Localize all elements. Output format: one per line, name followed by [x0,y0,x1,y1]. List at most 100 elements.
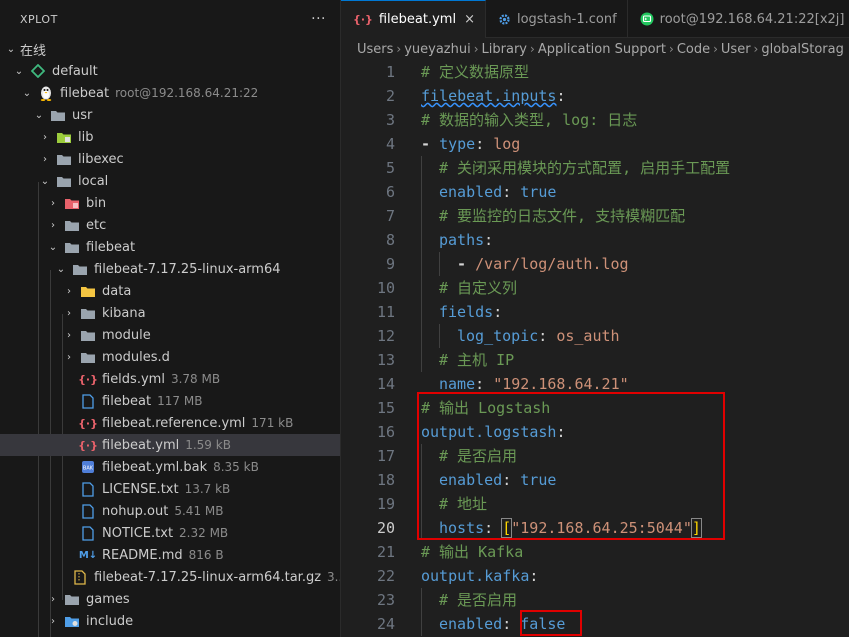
tree-item-label: usr [72,107,93,123]
yaml-file-icon: {·} [353,13,373,26]
chevron-right-icon: › [51,197,55,209]
code-line: 7 # 要监控的日志文件, 支持模糊匹配 [341,204,849,228]
tree-item-label: 在线 [20,43,47,59]
editor-area: {·} filebeat.yml × logstash-1.conf root@… [341,0,849,637]
code-line: 23 # 是否启用 [341,588,849,612]
tree-item-data[interactable]: › data [0,280,340,302]
archive-file-icon [72,569,88,585]
yaml-key: enabled [439,183,503,201]
tab-terminal[interactable]: root@192.168.64.21:22[x2j] [628,0,849,38]
code-line: 8 paths: [341,228,849,252]
tree-item-module[interactable]: › module [0,324,340,346]
chevron-down-icon: ⌄ [14,65,24,77]
file-icon [80,393,96,409]
terminal-icon [640,12,654,26]
tree-item-label: filebeat [60,85,110,101]
chevron-right-icon: › [51,219,55,231]
yaml-key: hosts [439,519,485,537]
chevron-down-icon: ⌄ [34,109,44,121]
tree-item-kibana[interactable]: › kibana [0,302,340,324]
file-size: 3... [327,570,340,584]
line-number: 22 [376,567,395,585]
tree-section-online[interactable]: ⌄ 在线 [0,38,340,60]
close-icon[interactable]: × [464,12,475,27]
tree-item-notice-txt[interactable]: NOTICE.txt 2.32 MB [0,522,340,544]
sidebar-title: XPLOT [20,12,58,26]
folder-icon [64,239,80,255]
breadcrumb-item[interactable]: Application Support [538,42,666,57]
code-line: 21 # 输出 Kafka [341,540,849,564]
tree-item-include[interactable]: › include [0,610,340,632]
tree-item-label: module [102,327,151,343]
line-number: 15 [376,399,395,417]
breadcrumb-item[interactable]: User [721,42,751,57]
tree-item-modules-d[interactable]: › modules.d [0,346,340,368]
code-editor[interactable]: 1 # 定义数据原型 2 filebeat.inputs: 3 # 数据的输入类型, … [341,60,849,637]
file-size: 816 B [188,548,224,562]
comment: # 地址 [439,495,488,513]
tree-item-filebeat-reference-yml[interactable]: {·} filebeat.reference.yml 171 kB [0,412,340,434]
yaml-colon: : [475,135,494,153]
chevron-down-icon: ⌄ [56,263,66,275]
tree-item-label: filebeat.yml.bak [102,459,208,475]
yaml-bool: true [520,471,557,489]
chevron-right-icon: › [67,329,71,341]
tree-item-label: local [78,173,109,189]
tree-item-games[interactable]: › games [0,588,340,610]
tree-item-usr[interactable]: ⌄ usr [0,104,340,126]
tree-item-bin[interactable]: › bin [0,192,340,214]
yaml-key: fields [439,303,494,321]
tab-logstash-conf[interactable]: logstash-1.conf [486,0,628,38]
more-actions-button[interactable]: ··· [311,11,326,27]
yaml-key: enabled [439,615,503,633]
chevron-right-icon: › [396,42,402,56]
svg-text:BAK: BAK [83,466,94,472]
file-size: 13.7 kB [184,482,231,496]
tree-item-etc[interactable]: › etc [0,214,340,236]
tree-item-host[interactable]: ⌄ filebeat root@192.168.64.21:22 [0,82,340,104]
explorer-sidebar: XPLOT ··· ⌄ 在线 ⌄ default ⌄ filebeat root… [0,0,341,637]
tree-item-filebeat-yml[interactable]: {·} filebeat.yml 1.59 kB [0,434,340,456]
tree-item-default[interactable]: ⌄ default [0,60,340,82]
yaml-key: output.kafka [421,567,530,585]
yaml-colon: : [529,567,539,585]
line-number: 18 [376,471,395,489]
breadcrumb-item[interactable]: Users [357,42,393,57]
folder-icon [80,327,96,343]
code-line: 17 # 是否启用 [341,444,849,468]
tree-item-nohup-out[interactable]: nohup.out 5.41 MB [0,500,340,522]
tree-item-lib[interactable]: › lib [0,126,340,148]
chevron-right-icon: › [51,615,55,627]
breadcrumb-item[interactable]: Library [482,42,527,57]
tree-item-filebeat-dist[interactable]: ⌄ filebeat-7.17.25-linux-arm64 [0,258,340,280]
chevron-down-icon: ⌄ [6,43,16,55]
breadcrumb-item[interactable]: Code [677,42,710,57]
yaml-colon: : [502,471,521,489]
code-line: 22 output.kafka: [341,564,849,588]
tree-item-label: nohup.out [102,503,169,519]
yaml-colon: : [556,423,566,441]
tree-item-libexec[interactable]: › libexec [0,148,340,170]
tree-item-filebeat-binary[interactable]: filebeat 117 MB [0,390,340,412]
tree-item-label: fields.yml [102,371,165,387]
comment: # 自定义列 [439,279,518,297]
comment: # 定义数据原型 [421,63,530,81]
tree-item-local[interactable]: ⌄ local [0,170,340,192]
yaml-file-icon: {·} [78,372,98,386]
breadcrumb-item[interactable]: globalStorag [761,42,844,57]
tree-item-tar-gz[interactable]: filebeat-7.17.25-linux-arm64.tar.gz 3... [0,566,340,588]
tree-item-fields-yml[interactable]: {·} fields.yml 3.78 MB [0,368,340,390]
breadcrumb-item[interactable]: yueyazhui [404,42,471,57]
chevron-right-icon: › [473,42,479,56]
tree-item-license-txt[interactable]: LICENSE.txt 13.7 kB [0,478,340,500]
tree-item-filebeat-yml-bak[interactable]: BAK filebeat.yml.bak 8.35 kB [0,456,340,478]
tree-item-label: bin [86,195,107,211]
code-line: 13 # 主机 IP [341,348,849,372]
tab-filebeat-yml[interactable]: {·} filebeat.yml × [341,0,486,38]
yaml-key: log_topic [457,327,539,345]
tree-item-readme-md[interactable]: M↓ README.md 816 B [0,544,340,566]
comment: # 关闭采用模块的方式配置, 启用手工配置 [439,159,731,177]
code-line: 16 output.logstash: [341,420,849,444]
tree-item-filebeat-folder[interactable]: ⌄ filebeat [0,236,340,258]
yaml-colon: : [556,87,566,105]
